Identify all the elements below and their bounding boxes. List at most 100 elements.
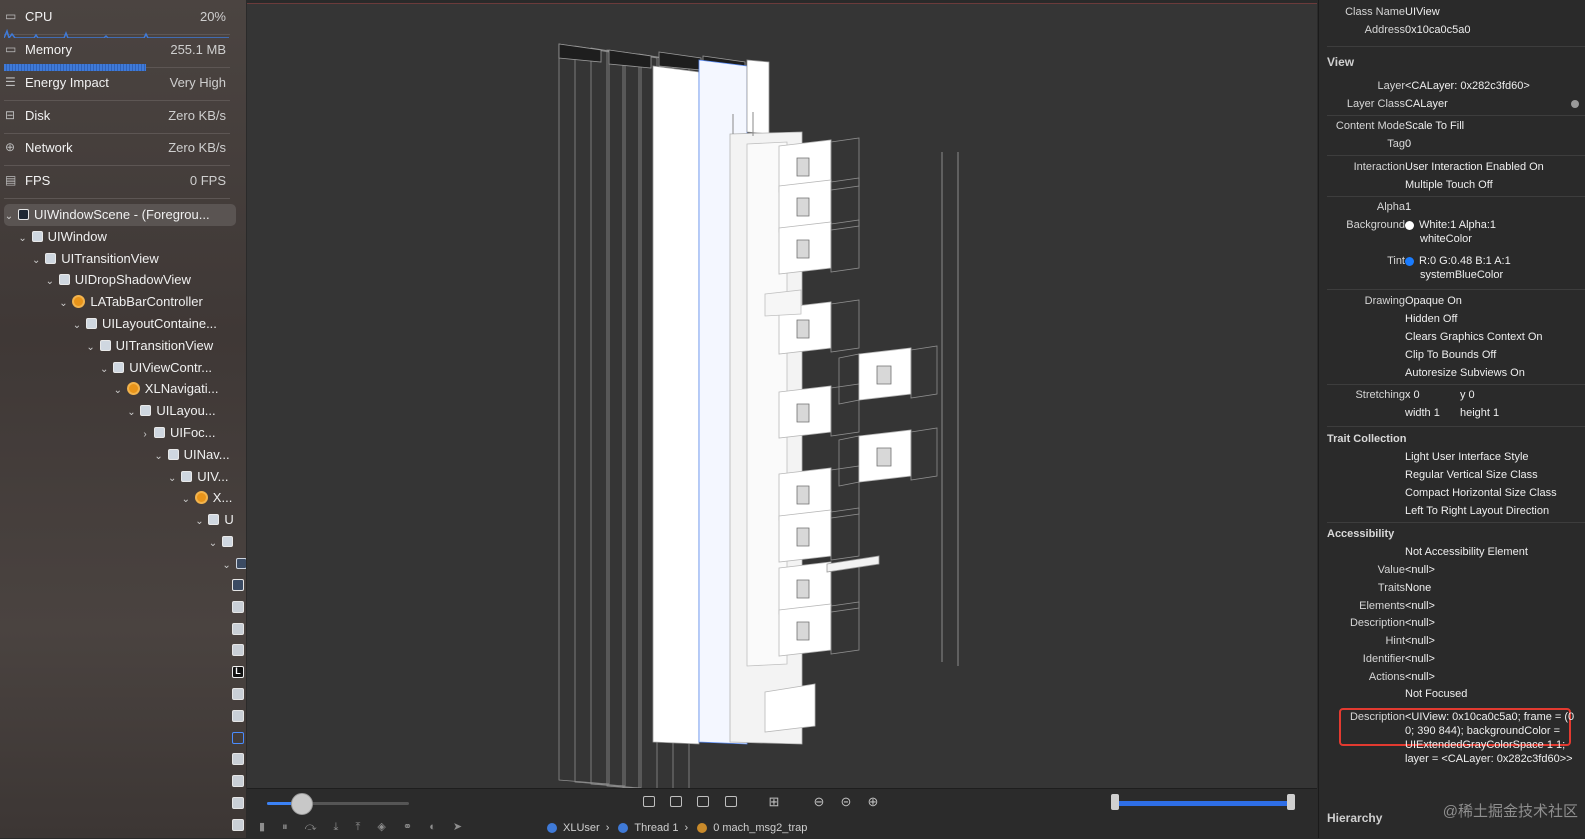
range-slider-left-handle[interactable] [1111,794,1119,810]
cell-content-layer[interactable] [796,527,810,547]
disclosure-chevron-icon[interactable]: › [140,424,150,446]
cell-layer[interactable] [830,137,860,191]
tree-item[interactable]: ⌄ U [194,509,234,533]
cell-content-layer[interactable] [796,485,810,505]
cell-layer[interactable] [830,383,860,437]
tree-item[interactable]: ⌄ [208,531,238,553]
pause-icon[interactable]: ⏸ [282,821,288,833]
cell-content-layer[interactable] [796,197,810,217]
disclosure-chevron-icon[interactable]: ⌄ [45,271,55,293]
view-icon[interactable] [232,753,244,766]
tree-item[interactable]: ⌄ UILayoutContaine... [72,313,217,335]
label-view-icon[interactable]: L [232,666,244,679]
view-debugger-canvas[interactable] [247,3,1317,789]
view-icon[interactable] [232,709,244,722]
tree-item[interactable]: ⌄ UIWindow [18,226,106,250]
window-layer[interactable] [574,45,626,787]
focus-view-icon[interactable] [232,731,244,744]
disclosure-chevron-icon[interactable]: ⌄ [99,359,109,381]
wireframe-icon[interactable] [697,796,709,807]
tree-item[interactable]: ⌄ XLNavigati... [113,378,219,400]
view-icon[interactable] [232,688,244,700]
clip-content-icon[interactable] [643,796,655,807]
navigation-bar-layer[interactable] [558,43,602,63]
gauge-energy-impact[interactable]: ☰ Energy Impact Very High [0,69,236,101]
disclosure-chevron-icon[interactable]: ⌄ [113,380,123,402]
window-layer[interactable] [590,47,642,789]
range-slider-track[interactable] [1113,801,1291,806]
disclosure-chevron-icon[interactable]: ⌄ [222,555,232,577]
orient-3d-icon[interactable]: ⊞ [767,795,781,809]
disclosure-chevron-icon[interactable]: ⌄ [72,315,82,337]
view-icon[interactable] [232,818,244,831]
disclosure-chevron-icon[interactable]: ⌄ [194,511,204,533]
zoom-in-icon[interactable]: ⊕ [866,795,880,809]
cell-layer[interactable] [838,435,860,487]
tree-item[interactable]: ⌄ UITransitionView [86,335,213,359]
tree-item[interactable]: ⌄ [222,553,246,575]
content-layer[interactable] [764,289,802,317]
separator-layer[interactable] [826,555,880,573]
tree-item[interactable]: ⌄ UIViewContr... [99,357,212,379]
exploded-view-hierarchy[interactable] [247,4,1317,789]
disclosure-chevron-icon[interactable]: ⌄ [58,293,68,315]
tree-item[interactable]: ⌄ LATabBarController [58,291,203,315]
content-layer[interactable] [746,59,770,135]
tree-item[interactable]: › UIFoc... [140,422,215,446]
cell-layer[interactable] [830,299,860,353]
disclosure-chevron-icon[interactable]: ⌄ [31,250,41,272]
breadcrumb-thread[interactable]: Thread 1 [634,822,678,834]
gauge-network[interactable]: ⊕ Network Zero KB/s [0,134,236,166]
disclosure-chevron-icon[interactable]: ⌄ [167,468,177,490]
memory-graph-icon[interactable]: ⚭ [403,821,412,833]
tree-item[interactable]: ⌄ UIWindowScene - (Foregrou... [4,204,236,226]
tree-item[interactable]: ⌄ X... [181,487,233,509]
range-slider-right-handle[interactable] [1287,794,1295,810]
disclosure-chevron-icon[interactable]: ⌄ [154,446,164,468]
view-icon[interactable] [232,775,244,788]
window-layer[interactable] [606,49,658,789]
tree-item[interactable]: ⌄ UINav... [154,444,229,468]
gauge-fps[interactable]: ▤ FPS 0 FPS [0,167,236,199]
tree-item[interactable]: ⌄ UILayou... [126,400,215,422]
step-over-icon[interactable]: ⤼ [305,821,317,833]
debug-view-icon[interactable]: ◈ [377,821,385,833]
spacing-slider-knob[interactable] [291,793,313,815]
layers-icon[interactable] [725,796,737,807]
disclosure-chevron-icon[interactable]: ⌄ [4,206,14,228]
cell-content-layer[interactable] [876,447,892,467]
gauge-disk[interactable]: ⊟ Disk Zero KB/s [0,102,236,134]
location-icon[interactable]: ➤ [453,821,462,833]
view-icon[interactable] [232,600,244,613]
disclosure-chevron-icon[interactable]: ⌄ [86,337,96,359]
navigation-bar-layer[interactable] [608,49,652,69]
disclosure-chevron-icon[interactable]: ⌄ [208,533,218,555]
tree-item[interactable]: ⌄ UITransitionView [31,248,159,270]
cell-content-layer[interactable] [796,157,810,177]
window-layer[interactable] [558,43,610,785]
breadcrumb-frame[interactable]: 0 mach_msg2_trap [713,822,807,834]
cell-layer[interactable] [838,353,860,405]
cell-layer[interactable] [910,427,938,481]
cell-content-layer[interactable] [796,319,810,339]
view-icon[interactable] [232,622,244,635]
disclosure-chevron-icon[interactable]: ⌄ [126,402,136,424]
content-layer[interactable] [652,65,700,745]
tree-item[interactable]: ⌄ UIV... [167,466,229,490]
jump-arrow-icon[interactable] [1571,100,1579,108]
step-out-icon[interactable]: ⤒ [355,821,360,833]
view-icon[interactable] [232,797,244,809]
cell-content-layer[interactable] [796,239,810,259]
footer-layer[interactable] [764,683,816,733]
cell-content-layer[interactable] [796,403,810,423]
disclosure-chevron-icon[interactable]: ⌄ [181,489,191,511]
breadcrumb-app[interactable]: XLUser [563,822,600,834]
step-into-icon[interactable]: ⤓ [334,821,339,833]
cell-content-layer[interactable] [796,579,810,599]
environment-icon[interactable]: ◐ [429,821,436,833]
disclosure-chevron-icon[interactable]: ⌄ [18,228,28,250]
cell-content-layer[interactable] [876,365,892,385]
zoom-reset-icon[interactable]: ⊝ [839,795,853,809]
tree-item[interactable]: ⌄ UIDropShadowView [45,269,191,291]
cell-layer[interactable] [910,345,938,399]
